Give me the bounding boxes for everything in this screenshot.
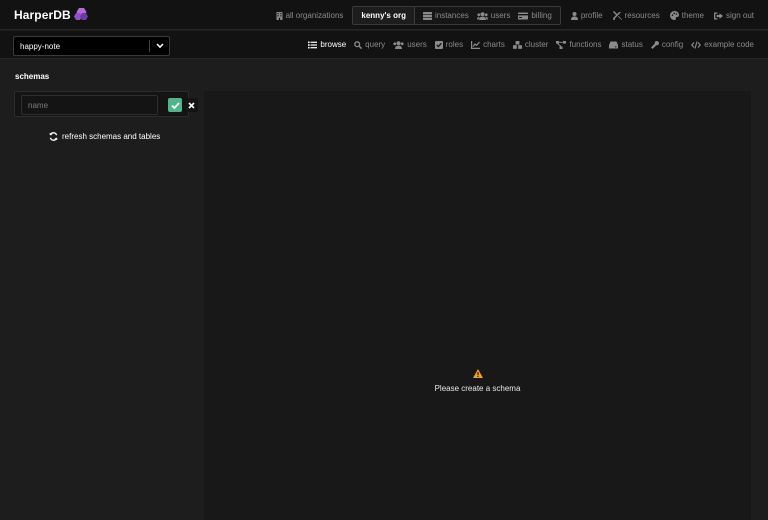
sync-icon (49, 132, 58, 141)
cancel-add-schema-button[interactable] (184, 98, 198, 112)
hdd-icon (609, 41, 619, 48)
tab-cluster[interactable]: cluster (512, 40, 549, 49)
current-org-label[interactable]: kenny's org (353, 7, 415, 24)
top-nav: all organizations kenny's org instances … (266, 6, 754, 25)
hexagon-logo-icon (73, 7, 89, 22)
tab-charts[interactable]: charts (471, 40, 505, 49)
credit-card-icon (518, 12, 529, 19)
tab-users-label: users (407, 40, 427, 49)
empty-state: Please create a schema (204, 369, 751, 393)
confirm-add-schema-button[interactable] (168, 98, 182, 112)
browse-main-panel: Please create a schema (204, 91, 751, 520)
users-icon (476, 11, 488, 20)
wrench-icon (650, 40, 659, 49)
tab-users[interactable]: users (393, 40, 427, 49)
tab-charts-label: charts (483, 40, 505, 49)
org-users-label: users (490, 11, 511, 20)
cubes-icon (512, 40, 522, 49)
all-organizations-label: all organizations (285, 11, 344, 20)
tab-status-label: status (621, 40, 643, 49)
tab-roles-label: roles (445, 40, 464, 49)
profile-link[interactable]: profile (570, 11, 603, 20)
logo-text: HarperDB (14, 7, 71, 22)
theme-link[interactable]: theme (669, 11, 704, 20)
add-schema-form (14, 91, 198, 117)
theme-label: theme (681, 11, 704, 20)
check-icon (170, 101, 180, 109)
tab-query-label: query (365, 40, 386, 49)
tab-query[interactable]: query (354, 40, 385, 49)
billing-link[interactable]: billing (518, 11, 552, 20)
harperdb-logo[interactable]: HarperDB (14, 7, 89, 22)
billing-label: billing (531, 11, 552, 20)
users-icon (393, 40, 404, 49)
user-icon (570, 11, 578, 20)
tab-browse[interactable]: browse (308, 40, 346, 49)
instances-label: instances (434, 11, 469, 20)
search-icon (354, 40, 363, 49)
tab-config[interactable]: config (650, 40, 684, 49)
tab-config-label: config (661, 40, 684, 49)
check-square-icon (434, 40, 443, 49)
resources-link[interactable]: resources (612, 11, 660, 20)
sign-out-label: sign out (725, 11, 754, 20)
tab-functions[interactable]: functions (556, 40, 601, 49)
building-icon (276, 11, 283, 20)
tab-browse-label: browse (320, 40, 347, 49)
profile-label: profile (580, 11, 603, 20)
chart-icon (471, 40, 481, 49)
close-icon (187, 101, 195, 109)
server-icon (422, 11, 432, 20)
refresh-schemas-label: refresh schemas and tables (62, 132, 161, 141)
sign-out-icon (713, 12, 723, 19)
list-icon (308, 41, 318, 48)
org-nav-group: kenny's org instances users billing (352, 6, 561, 25)
tools-icon (612, 11, 622, 20)
instance-select[interactable]: happy-note (13, 36, 170, 56)
all-organizations-link[interactable]: all organizations (276, 11, 344, 20)
tab-roles[interactable]: roles (434, 40, 464, 49)
sign-out-link[interactable]: sign out (713, 11, 754, 20)
instances-link[interactable]: instances (422, 11, 469, 20)
schemas-heading: schemas (15, 72, 50, 81)
project-diagram-icon (556, 40, 567, 49)
chevron-down-icon[interactable] (150, 43, 169, 49)
org-users-link[interactable]: users (476, 11, 511, 20)
tab-example-code-label: example code (704, 40, 754, 49)
instance-select-value: happy-note (20, 41, 61, 51)
top-bar: HarperDB all organizations kenny's org i… (0, 0, 768, 30)
empty-state-message: Please create a schema (434, 384, 521, 393)
palette-icon (669, 11, 679, 20)
schema-name-input[interactable] (21, 95, 158, 115)
tab-example-code[interactable]: example code (691, 40, 754, 49)
tab-functions-label: functions (569, 40, 602, 49)
tab-status[interactable]: status (609, 40, 643, 49)
code-icon (691, 40, 702, 49)
refresh-schemas-link[interactable]: refresh schemas and tables (49, 132, 160, 141)
tab-cluster-label: cluster (524, 40, 549, 49)
warning-icon (472, 369, 483, 378)
instance-nav: browse query users roles charts cluster … (300, 40, 754, 49)
instance-bar: happy-note browse query users roles char… (0, 31, 768, 59)
resources-label: resources (624, 11, 660, 20)
